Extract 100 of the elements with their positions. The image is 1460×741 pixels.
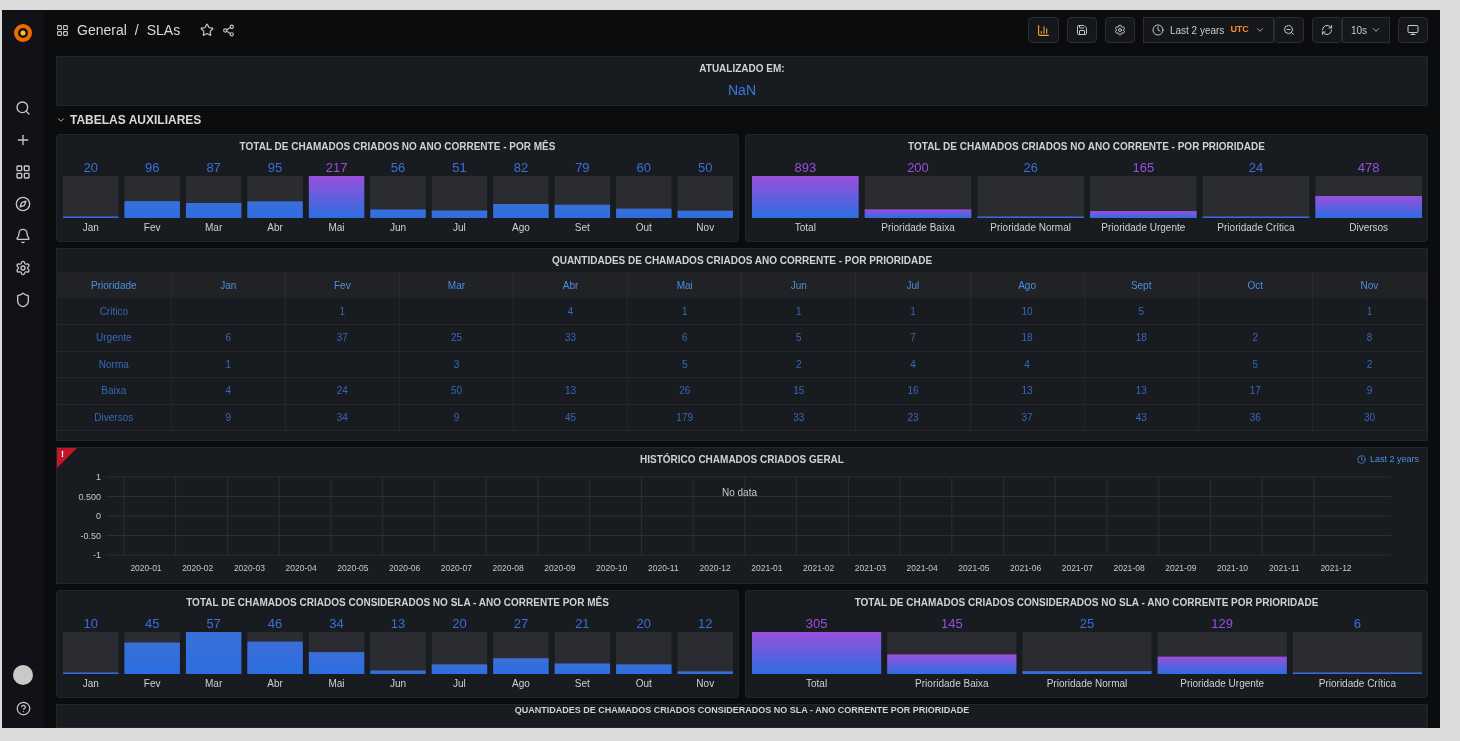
data-label: 20 (452, 616, 467, 631)
x-tick-label: 2020-05 (337, 563, 369, 573)
settings-icon[interactable] (15, 260, 31, 276)
column-header[interactable]: Ago (970, 272, 1085, 298)
y-tick-label: 1 (96, 472, 101, 482)
column-header[interactable]: Abr (513, 272, 628, 298)
search-icon[interactable] (15, 100, 31, 116)
add-panel-button[interactable] (1027, 17, 1059, 43)
settings-icon (1113, 24, 1126, 36)
panel-title: ATUALIZADO EM: (699, 62, 785, 76)
table-cell: 9 (1312, 377, 1427, 404)
column-header[interactable]: Prioridade (57, 272, 172, 298)
column-header[interactable]: Jun (741, 272, 856, 298)
column-header[interactable]: Jul (855, 272, 970, 298)
table-cell: 5 (1084, 298, 1199, 325)
column-header[interactable]: Sept (1084, 272, 1199, 298)
data-label: 20 (83, 160, 98, 175)
data-label: 20 (636, 616, 652, 631)
data-label: 25 (1079, 616, 1095, 631)
data-label: 87 (206, 160, 221, 175)
x-tick-label: Jan (82, 678, 99, 689)
error-corner-icon[interactable] (57, 448, 77, 468)
table-cell: 50 (399, 377, 514, 404)
x-tick-label: Abr (267, 222, 283, 233)
data-label: 10 (83, 616, 98, 631)
shield-icon[interactable] (15, 292, 31, 308)
x-tick-label: 2021-06 (1009, 563, 1042, 573)
y-tick-label: 0 (96, 511, 101, 521)
table-cell: 37 (285, 324, 400, 351)
column-header[interactable]: Oct (1198, 272, 1313, 298)
x-tick-label: Fev (143, 678, 161, 689)
bar (677, 210, 733, 218)
stat-value: NaN (728, 81, 756, 100)
data-label: 6 (1353, 616, 1361, 631)
x-tick-label: 2020-06 (389, 563, 421, 573)
column-header[interactable]: Fev (285, 272, 400, 298)
data-label: 50 (698, 160, 713, 175)
bell-icon[interactable] (15, 228, 31, 244)
data-label: 145 (940, 616, 963, 631)
table-cell: Norma (57, 351, 172, 378)
table-cell: 4 (970, 351, 1085, 378)
refresh-button[interactable] (1311, 17, 1342, 43)
data-label: 57 (206, 616, 221, 631)
bar (185, 203, 242, 218)
x-tick-label: Total (794, 222, 816, 233)
bar (124, 201, 180, 218)
zoom-out-button[interactable] (1273, 17, 1304, 43)
table-cell: 7 (855, 324, 970, 351)
x-tick-label: Jul (453, 222, 466, 233)
table-cell: 1 (285, 298, 400, 325)
x-tick-label: 2021-01 (751, 563, 783, 573)
save-button[interactable] (1066, 17, 1097, 43)
tv-mode-button[interactable] (1398, 17, 1428, 43)
grid-icon[interactable] (15, 164, 31, 180)
bar (247, 201, 303, 218)
data-label: 24 (1248, 160, 1264, 175)
refresh-interval-picker[interactable]: 10s (1341, 17, 1390, 43)
data-label: 26 (1023, 160, 1038, 175)
help-icon[interactable] (15, 701, 31, 716)
data-label: 893 (794, 160, 817, 175)
column-header[interactable]: Mai (627, 272, 742, 298)
logo-icon[interactable] (12, 22, 34, 44)
avatar[interactable] (13, 665, 33, 685)
row-header[interactable]: TABELAS AUXILIARES (56, 112, 1428, 128)
time-picker[interactable]: Last 2 years UTC (1142, 17, 1274, 43)
dashboard-title[interactable]: SLAs (146, 19, 181, 41)
table-cell: 30 (1312, 404, 1427, 431)
data-label: 478 (1357, 160, 1380, 175)
column-header[interactable]: Nov (1312, 272, 1427, 298)
x-tick-label: Prioridade Crítica (1217, 222, 1295, 233)
data-label: 79 (575, 160, 590, 175)
caret-icon (1371, 25, 1381, 35)
panel-title: TOTAL DE CHAMADOS CRIADOS NO ANO CORRENTE - POR PRIORIDADE (907, 140, 1266, 154)
table-cell: 37 (970, 404, 1085, 431)
table-cell: 25 (399, 324, 514, 351)
column-header[interactable]: Jan (171, 272, 286, 298)
refresh-icon (1320, 24, 1333, 36)
star-icon[interactable] (200, 23, 215, 37)
table-cell: 15 (741, 377, 856, 404)
data-label: 12 (698, 616, 713, 631)
bar (185, 632, 242, 674)
table-cell: Critico (57, 298, 172, 325)
table-cell: 17 (1198, 377, 1313, 404)
bar (370, 209, 426, 218)
x-tick-label: Diversos (1349, 222, 1389, 233)
panel-title: TOTAL DE CHAMADOS CRIADOS CONSIDERADOS NO SLA - ANO CORRENTE POR MÊS (185, 595, 610, 610)
x-tick-label: 2020-10 (596, 563, 628, 573)
table-cell: Urgente (57, 324, 172, 351)
data-label: 56 (390, 160, 406, 175)
compass-icon[interactable] (15, 196, 31, 212)
table-cell: 1 (171, 351, 286, 378)
x-tick-label: 2021-05 (958, 563, 990, 573)
plus-icon[interactable] (15, 132, 31, 148)
breadcrumb-folder[interactable]: General (77, 19, 127, 41)
bar (370, 670, 426, 674)
share-icon[interactable] (222, 23, 236, 37)
column-header[interactable]: Mar (399, 272, 514, 298)
y-tick-label: -0.50 (80, 530, 101, 541)
bar (493, 658, 549, 674)
settings-button[interactable] (1104, 17, 1135, 43)
